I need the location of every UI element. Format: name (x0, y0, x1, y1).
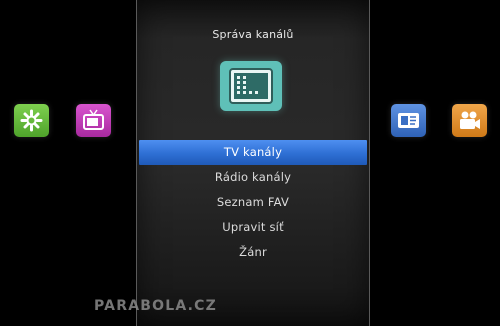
menu-item-genre[interactable]: Žánr (137, 240, 369, 265)
tv-glyph (83, 109, 104, 130)
menu-item-fav-list[interactable]: Seznam FAV (137, 190, 369, 215)
menu-item-edit-network[interactable]: Upravit síť (137, 215, 369, 240)
channel-menu: TV kanály Rádio kanály Seznam FAV Upravi… (137, 140, 369, 265)
watermark: PARABOLA.CZ (94, 298, 217, 314)
menu-item-tv-channels[interactable]: TV kanály (139, 140, 367, 165)
channel-management-panel: Správa kanálů TV kanály Rádio kanály Sez… (136, 0, 370, 326)
media-player-glyph (460, 111, 480, 129)
tools-icon[interactable] (14, 104, 49, 137)
channel-list-icon (220, 61, 282, 111)
tools-glyph (20, 109, 43, 132)
info-card-icon[interactable] (391, 104, 426, 137)
tv-icon[interactable] (76, 104, 111, 137)
info-card-glyph (398, 113, 419, 128)
channel-list-glyph (229, 68, 273, 104)
panel-title: Správa kanálů (212, 28, 294, 41)
menu-item-radio-channels[interactable]: Rádio kanály (137, 165, 369, 190)
media-player-icon[interactable] (452, 104, 487, 137)
